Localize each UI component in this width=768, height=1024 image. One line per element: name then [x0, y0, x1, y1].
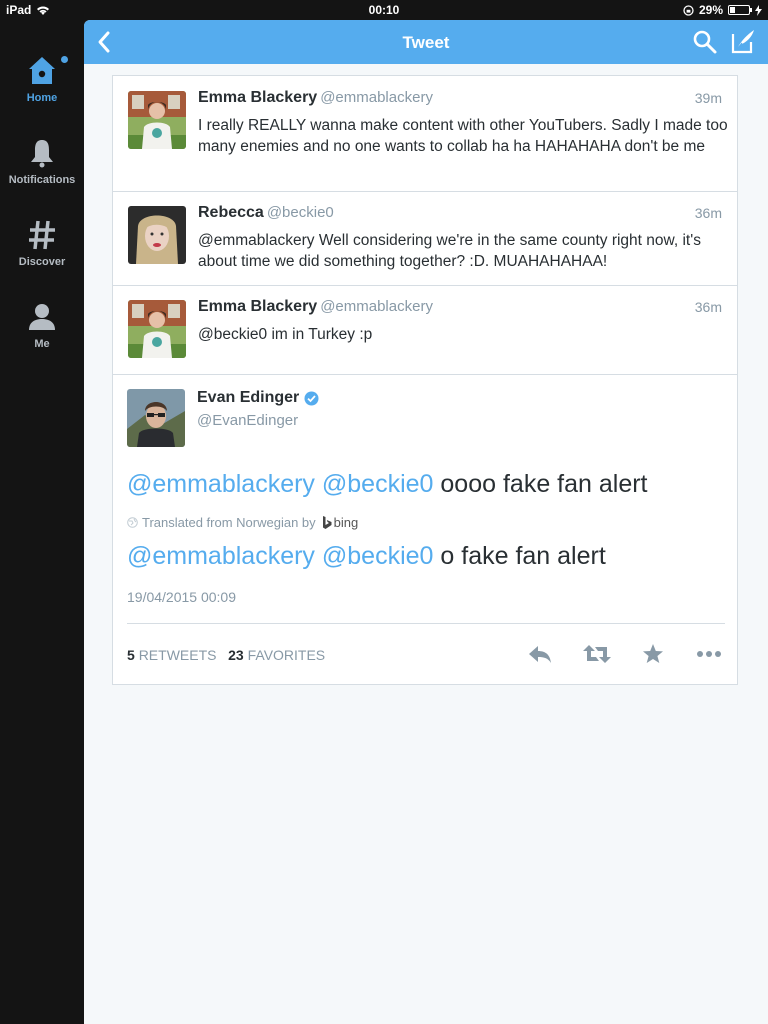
- author-name[interactable]: Emma Blackery @emmablackery: [198, 89, 433, 107]
- reply-icon[interactable]: [527, 641, 553, 667]
- author-name[interactable]: Rebecca @beckie0: [198, 204, 334, 222]
- favorites-label: FAVORITES: [247, 647, 326, 663]
- new-content-dot: [61, 56, 68, 63]
- sidebar-item-notifications[interactable]: Notifications: [0, 136, 84, 186]
- battery-fill: [730, 7, 735, 13]
- tweet-text: @beckie0 im in Turkey :p: [198, 326, 373, 343]
- favorite-icon[interactable]: [641, 641, 665, 667]
- status-right: 29%: [683, 3, 762, 17]
- bell-icon: [31, 140, 53, 168]
- author-handle[interactable]: @EvanEdinger: [197, 412, 298, 429]
- avatar[interactable]: [128, 300, 186, 358]
- author-handle: @beckie0: [266, 204, 334, 221]
- retweets-label: RETWEETS: [138, 647, 217, 663]
- mention-link[interactable]: @emmablackery: [127, 470, 315, 498]
- tweet[interactable]: Emma Blackery @emmablackery 39m I really …: [113, 76, 737, 192]
- sidebar-item-discover[interactable]: Discover: [0, 218, 84, 268]
- search-icon[interactable]: [692, 29, 718, 55]
- person-icon: [29, 304, 55, 330]
- tweet[interactable]: Emma Blackery @emmablackery 36m @beckie0 …: [113, 286, 737, 375]
- sidebar-item-label: Me: [34, 338, 50, 350]
- mention-link[interactable]: @beckie0: [322, 470, 434, 498]
- author-name-text: Rebecca: [198, 204, 264, 221]
- avatar[interactable]: [128, 91, 186, 149]
- original-text: oooo fake fan alert: [440, 470, 648, 498]
- author-name-text: Emma Blackery: [198, 89, 318, 106]
- more-icon[interactable]: [695, 641, 723, 667]
- tweet-text: @emmablackery Well considering we're in …: [198, 232, 701, 270]
- translated-text: o fake fan alert: [440, 542, 606, 570]
- verified-badge-icon: [304, 391, 319, 405]
- sidebar-item-label: Discover: [18, 256, 66, 268]
- battery-percent: 29%: [698, 3, 723, 17]
- navigation-bar: Tweet: [84, 20, 768, 64]
- author-handle: @emmablackery: [320, 298, 433, 315]
- author-name-text: Emma Blackery: [198, 298, 318, 315]
- mention-link[interactable]: @beckie0: [322, 542, 434, 570]
- retweet-icon[interactable]: [582, 641, 612, 667]
- tweet-detail: Evan Edinger @EvanEdinger @emmablackery …: [113, 375, 737, 684]
- battery-icon: [728, 5, 752, 15]
- tweet-time: 39m: [694, 90, 722, 106]
- home-icon: [29, 57, 55, 84]
- author-handle: @emmablackery: [320, 89, 433, 106]
- charging-icon: [755, 4, 762, 16]
- sidebar-item-home[interactable]: Home: [0, 54, 84, 104]
- translator-name: bing: [333, 515, 359, 530]
- favorites-stat[interactable]: 23 FAVORITES: [228, 647, 325, 663]
- mention-link[interactable]: @emmablackery: [127, 542, 315, 570]
- sidebar-item-me[interactable]: Me: [0, 300, 84, 350]
- bing-logo: bing: [322, 515, 359, 530]
- tweet-time: 36m: [694, 299, 722, 315]
- translation-attribution: Translated from Norwegian by bing: [127, 515, 358, 530]
- divider: [127, 623, 725, 624]
- sidebar-item-label: Home: [26, 92, 58, 104]
- bing-icon: [322, 516, 332, 529]
- sidebar-item-label: Notifications: [8, 174, 76, 186]
- translated-label: Translated from Norwegian by: [142, 515, 316, 530]
- status-bar: iPad 00:10 29%: [0, 0, 768, 20]
- rotation-lock-icon: [683, 4, 694, 16]
- main-panel: Tweet Emma Blackery @emmablackery 39m I …: [84, 20, 768, 1024]
- tweet[interactable]: Rebecca @beckie0 36m @emmablackery Well c…: [113, 192, 737, 286]
- globe-icon: [127, 517, 138, 528]
- tweet-stats: 5 RETWEETS 23 FAVORITES: [127, 647, 325, 663]
- author-name[interactable]: Evan Edinger: [197, 389, 319, 407]
- favorites-count: 23: [228, 647, 244, 663]
- avatar[interactable]: [128, 206, 186, 264]
- status-time: 00:10: [368, 3, 400, 17]
- tweet-original-text: @emmablackery @beckie0 oooo fake fan ale…: [127, 470, 648, 499]
- compose-icon[interactable]: [730, 28, 756, 56]
- sidebar: Home Notifications Discover Me: [0, 20, 84, 1024]
- hashtag-icon: [29, 220, 55, 250]
- avatar[interactable]: [127, 389, 185, 447]
- retweets-count: 5: [127, 647, 135, 663]
- tweet-text: I really REALLY wanna make content with …: [198, 117, 728, 155]
- retweets-stat[interactable]: 5 RETWEETS: [127, 647, 216, 663]
- page-title: Tweet: [402, 33, 450, 52]
- conversation-card: Emma Blackery @emmablackery 39m I really …: [112, 75, 738, 685]
- author-name[interactable]: Emma Blackery @emmablackery: [198, 298, 433, 316]
- tweet-translated-text: @emmablackery @beckie0 o fake fan alert: [127, 542, 606, 571]
- author-name-text: Evan Edinger: [197, 389, 300, 406]
- tweet-time: 36m: [694, 205, 722, 221]
- tweet-timestamp: 19/04/2015 00:09: [127, 589, 236, 605]
